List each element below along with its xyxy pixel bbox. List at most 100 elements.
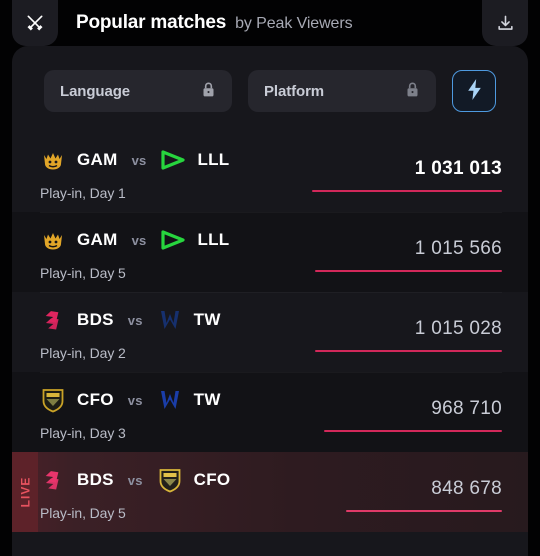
peak-viewers-value: 968 710 [431,398,502,419]
peak-viewers-value: 1 031 013 [414,158,502,179]
boost-filter-button[interactable] [452,70,496,112]
gam-crown-logo-icon [40,147,66,173]
match-info: CFO vs TW Play-in, Day 3 [40,383,221,441]
bds-s-logo-icon [40,467,66,493]
vs-label: vs [127,392,143,408]
match-teams: GAM vs LLL [40,227,230,253]
match-stage: Play-in, Day 5 [40,265,126,281]
viewer-stats: 1 031 013 [312,152,502,192]
matches-card: Language Platform GAM vs LLL Play-in, Da… [12,46,528,556]
crossed-swords-icon-button[interactable] [12,0,58,46]
cfo-shield-logo-icon [157,467,183,493]
tw-w-logo-icon [157,307,183,333]
viewer-stats: 1 015 566 [312,232,502,272]
lll-triangle-logo-icon [160,227,186,253]
team-code: LLL [197,150,230,169]
peak-viewers-value: 1 015 566 [414,238,502,259]
match-teams: BDS vs CFO [40,467,230,493]
viewer-stats: 968 710 [312,392,502,432]
viewers-bar-track [312,430,502,432]
filter-bar: Language Platform [12,46,528,132]
team-away: LLL [160,147,229,173]
viewers-bar-fill [345,510,502,512]
header: Popular matches by Peak Viewers [0,0,540,46]
row-divider [40,292,502,293]
team-code: GAM [77,230,118,249]
match-stage: Play-in, Day 1 [40,185,126,201]
lock-icon [201,81,216,101]
team-home: GAM [40,147,118,173]
crossed-swords-icon [25,13,45,33]
row-divider [40,212,502,213]
viewers-bar-fill [315,350,502,352]
table-row[interactable]: GAM vs LLL [12,212,528,292]
team-code: TW [193,390,221,409]
lll-triangle-logo-icon [160,147,186,173]
peak-viewers-value: 848 678 [431,478,502,499]
page-subtitle: by Peak Viewers [235,15,353,32]
row-divider [40,372,502,373]
match-info: BDS vs CFO Play-in, Day 5 [40,463,230,521]
match-teams: CFO vs TW [40,387,221,413]
viewers-bar-track [312,190,502,192]
team-home: CFO [40,387,114,413]
team-home: BDS [40,307,114,333]
download-icon [496,14,515,33]
cfo-shield-logo-icon [40,387,66,413]
viewers-bar-track [312,510,502,512]
table-row[interactable]: GAM vs LLL [12,132,528,212]
tw-w-logo-icon [157,387,183,413]
team-code: TW [193,310,221,329]
table-row[interactable]: CFO vs TW Play-in, Day 3 968 710 [12,372,528,452]
popular-matches-widget: Popular matches by Peak Viewers Language [0,0,540,556]
filter-language[interactable]: Language [44,70,232,112]
header-title-group: Popular matches by Peak Viewers [76,12,353,34]
match-teams: BDS vs TW [40,307,221,333]
team-code: CFO [77,390,114,409]
viewers-bar-track [312,270,502,272]
viewers-bar-fill [323,430,502,432]
vs-label: vs [131,152,147,168]
lightning-bolt-icon [466,79,483,103]
vs-label: vs [127,312,143,328]
bds-s-logo-icon [40,307,66,333]
table-row[interactable]: BDS vs TW Play-in, Day 2 1 015 028 [12,292,528,372]
team-code: BDS [77,310,114,329]
match-info: BDS vs TW Play-in, Day 2 [40,303,221,361]
match-stage: Play-in, Day 3 [40,425,126,441]
filter-platform[interactable]: Platform [248,70,436,112]
match-info: GAM vs LLL [40,223,230,281]
match-info: GAM vs LLL [40,143,230,201]
download-button[interactable] [482,0,528,46]
viewer-stats: 1 015 028 [312,312,502,352]
table-row-live[interactable]: LIVE BDS vs CFO Play-in, Day 5 848 678 [12,452,528,532]
viewers-bar-fill [312,190,502,192]
status-badge: LIVE [12,452,38,532]
filter-platform-label: Platform [264,82,325,100]
vs-label: vs [127,472,143,488]
lock-icon [405,81,420,101]
team-away: CFO [157,467,231,493]
vs-label: vs [131,232,147,248]
filter-language-label: Language [60,82,131,100]
viewers-bar-fill [314,270,502,272]
viewer-stats: 848 678 [312,472,502,512]
peak-viewers-value: 1 015 028 [414,318,502,339]
gam-crown-logo-icon [40,227,66,253]
team-code: CFO [193,470,231,489]
match-list: GAM vs LLL Play-in, Day 1 1 031 013 GAM … [12,132,528,532]
match-stage: Play-in, Day 2 [40,345,126,361]
team-home: BDS [40,467,114,493]
team-away: TW [157,387,221,413]
match-stage: Play-in, Day 5 [40,505,126,521]
team-home: GAM [40,227,118,253]
page-title: Popular matches [76,12,227,33]
team-code: GAM [77,150,118,169]
team-code: BDS [77,470,114,489]
team-code: LLL [197,230,230,249]
viewers-bar-track [312,350,502,352]
team-away: TW [157,307,221,333]
team-away: LLL [160,227,229,253]
live-label: LIVE [18,476,33,508]
match-teams: GAM vs LLL [40,147,230,173]
